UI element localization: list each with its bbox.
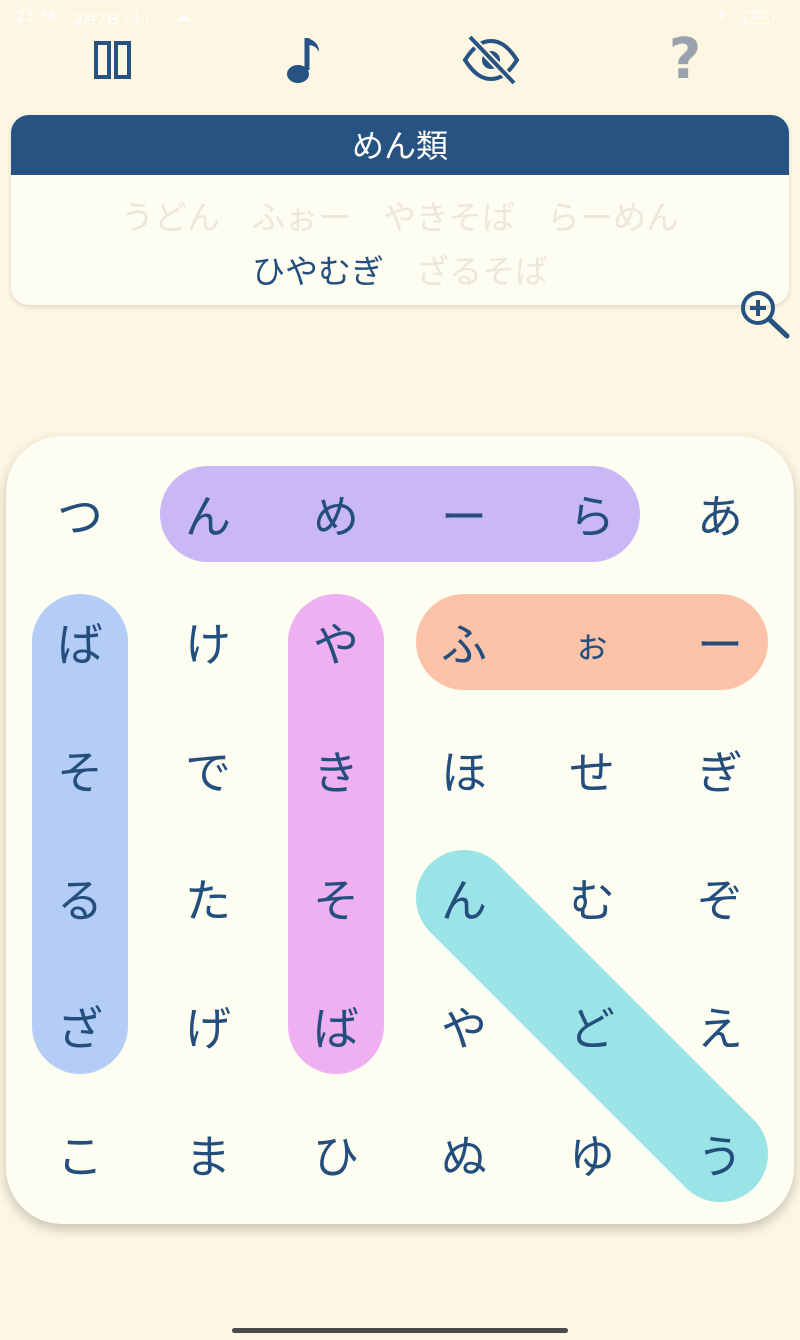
word-item: ふぉー bbox=[252, 198, 351, 237]
home-indicator bbox=[232, 1328, 568, 1333]
grid-cell[interactable]: る bbox=[16, 834, 144, 962]
grid-cell[interactable]: ど bbox=[528, 962, 656, 1090]
grid-letter: き bbox=[313, 746, 359, 800]
eye-slash-icon bbox=[462, 34, 520, 86]
grid-cell[interactable]: ー bbox=[656, 578, 784, 706]
grid-cell[interactable]: え bbox=[656, 962, 784, 1090]
grid-letter: め bbox=[313, 490, 359, 544]
grid-cell[interactable]: ぬ bbox=[400, 1090, 528, 1218]
grid-cell[interactable]: つ bbox=[16, 450, 144, 578]
grid-letter: せ bbox=[569, 746, 615, 800]
grid-cell[interactable]: ほ bbox=[400, 706, 528, 834]
grid-cell[interactable]: ひ bbox=[272, 1090, 400, 1218]
grid-letter: ふ bbox=[441, 618, 487, 672]
category-title: めん類 bbox=[11, 115, 789, 175]
grid-cell[interactable]: や bbox=[400, 962, 528, 1090]
grid-cell[interactable]: ん bbox=[144, 450, 272, 578]
hide-words-button[interactable] bbox=[456, 28, 526, 92]
grid-letter: や bbox=[313, 618, 359, 672]
grid-letter: ん bbox=[185, 490, 231, 544]
grid-letter: ゆ bbox=[569, 1130, 615, 1184]
grid-cell[interactable]: ば bbox=[16, 578, 144, 706]
grid-letter: ば bbox=[313, 1002, 359, 1056]
grid-cell[interactable]: め bbox=[272, 450, 400, 578]
grid-cell[interactable]: ぉ bbox=[528, 578, 656, 706]
grid-letter: ら bbox=[569, 490, 615, 544]
status-time: 23:34 bbox=[16, 9, 57, 25]
grid-letter: ぉ bbox=[573, 625, 610, 666]
grid-letter: ぎ bbox=[697, 746, 743, 800]
grid-letter: げ bbox=[185, 1002, 231, 1056]
pause-icon bbox=[94, 41, 131, 79]
zoom-in-icon bbox=[741, 291, 790, 339]
grid-cell[interactable]: げ bbox=[144, 962, 272, 1090]
grid-cell[interactable]: き bbox=[272, 706, 400, 834]
grid-cell[interactable]: ん bbox=[400, 834, 528, 962]
word-item: やきそば bbox=[383, 198, 515, 237]
grid-letter: や bbox=[441, 1002, 487, 1056]
grid-cell[interactable]: こ bbox=[16, 1090, 144, 1218]
grid-letter: ぬ bbox=[441, 1130, 487, 1184]
grid-cell[interactable]: ら bbox=[528, 450, 656, 578]
grid-letter: た bbox=[185, 874, 231, 928]
word-item: ひやむぎ bbox=[252, 252, 384, 291]
grid-letter: ぞ bbox=[697, 874, 743, 928]
grid-cell[interactable]: ぎ bbox=[656, 706, 784, 834]
word-item: らーめん bbox=[547, 198, 679, 237]
grid-letter: う bbox=[697, 1130, 743, 1184]
grid-letter: そ bbox=[57, 746, 103, 800]
grid-letter: え bbox=[697, 1002, 743, 1056]
help-button[interactable]: ? bbox=[650, 28, 720, 92]
grid-letter: ま bbox=[185, 1130, 231, 1184]
status-date: 2月7日 (土) bbox=[74, 12, 150, 28]
grid-cell[interactable]: ゆ bbox=[528, 1090, 656, 1218]
zoom-button[interactable] bbox=[737, 288, 793, 340]
grid-cell[interactable]: た bbox=[144, 834, 272, 962]
grid-cell[interactable]: ば bbox=[272, 962, 400, 1090]
grid-cell[interactable]: け bbox=[144, 578, 272, 706]
grid-letter: こ bbox=[57, 1130, 103, 1184]
cloud-icon: ☁ ··· bbox=[176, 9, 208, 25]
grid-letter: そ bbox=[313, 874, 359, 928]
grid-cell[interactable]: せ bbox=[528, 706, 656, 834]
grid-letter: ほ bbox=[441, 746, 487, 800]
grid-cell[interactable]: ー bbox=[400, 450, 528, 578]
music-button[interactable] bbox=[270, 28, 340, 92]
grid-letter: で bbox=[185, 746, 231, 800]
grid-cell[interactable]: そ bbox=[272, 834, 400, 962]
word-item: うどん bbox=[121, 198, 220, 237]
grid-letter: ー bbox=[441, 490, 487, 544]
music-note-icon bbox=[287, 38, 319, 83]
pause-button[interactable] bbox=[78, 28, 148, 92]
grid-cell[interactable]: ざ bbox=[16, 962, 144, 1090]
grid-cell[interactable]: ま bbox=[144, 1090, 272, 1218]
puzzle-board[interactable]: つんめーらあばけやふぉーそできほせぎるたそんむぞざげばやどえこまひぬゆう bbox=[6, 436, 794, 1224]
grid-cell[interactable]: や bbox=[272, 578, 400, 706]
word-list-card: めん類 うどん ふぉー やきそば らーめん ひやむぎ ざるそば bbox=[11, 115, 789, 305]
grid-letter: ー bbox=[697, 618, 743, 672]
grid-letter: ん bbox=[441, 874, 487, 928]
grid-letter: ひ bbox=[313, 1130, 359, 1184]
grid-cell[interactable]: む bbox=[528, 834, 656, 962]
grid-letter: あ bbox=[697, 490, 743, 544]
word-list-row-2: ひやむぎ ざるそば bbox=[11, 245, 789, 293]
word-item: ざるそば bbox=[416, 252, 548, 291]
grid-letter: む bbox=[569, 874, 615, 928]
word-list-row-1: うどん ふぉー やきそば らーめん bbox=[11, 191, 789, 239]
grid-letter: ば bbox=[57, 618, 103, 672]
battery-icon: EX bbox=[744, 11, 774, 24]
grid-cell[interactable]: あ bbox=[656, 450, 784, 578]
grid-cell[interactable]: ぞ bbox=[656, 834, 784, 962]
grid-letter: ど bbox=[569, 1002, 615, 1056]
grid-letter: け bbox=[185, 618, 231, 672]
grid-cell[interactable]: ふ bbox=[400, 578, 528, 706]
grid-letter: ざ bbox=[57, 1002, 103, 1056]
grid-letter: つ bbox=[57, 490, 103, 544]
grid-cell[interactable]: で bbox=[144, 706, 272, 834]
grid-cell[interactable]: う bbox=[656, 1090, 784, 1218]
airplane-icon: ✈ bbox=[716, 8, 728, 24]
grid-letter: る bbox=[57, 874, 103, 928]
grid-cell[interactable]: そ bbox=[16, 706, 144, 834]
